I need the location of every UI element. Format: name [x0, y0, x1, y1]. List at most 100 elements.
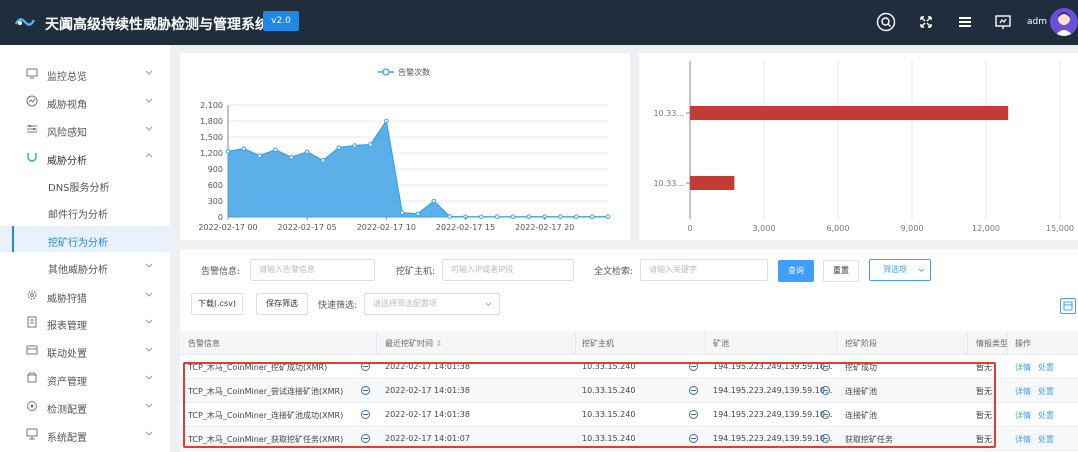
quick-filter-label: 快速筛选: — [318, 301, 358, 311]
filter-add-icon[interactable] — [821, 386, 830, 395]
table-row[interactable]: TCP_木马_CoinMiner_尝试连接矿池(XMR) 2022-02-17 … — [180, 379, 1078, 403]
y-tick-label: 1,800 — [200, 117, 223, 126]
detail-link[interactable]: 详情 — [1015, 386, 1031, 397]
table-row[interactable]: TCP_木马_CoinMiner_连接矿池成功(XMR) 2022-02-17 … — [180, 403, 1078, 427]
host-input[interactable]: 可输入IP或者IP段 — [442, 259, 574, 281]
intel-cell: 暂无 — [976, 387, 992, 396]
data-point — [399, 210, 405, 216]
data-point — [320, 158, 326, 163]
time-cell: 2022-02-17 14:01:38 — [385, 410, 470, 419]
sidebar-item-label: 风险感知 — [47, 128, 87, 139]
x-tick-label: 2022-02-17 15 — [436, 223, 495, 232]
menu-icon[interactable] — [955, 12, 975, 32]
chevron-down-icon — [918, 268, 925, 272]
intel-cell: 暂无 — [976, 363, 992, 372]
top-hosts-chart: 0 3,000 6,000 9,000 12,000 15,000 10.33... 10.3… — [653, 61, 1074, 233]
table-row[interactable]: TCP_木马_CoinMiner_获取挖矿任务(XMR) 2022-02-17 … — [180, 427, 1078, 451]
data-point — [558, 214, 563, 220]
legend[interactable]: 告警次数 — [378, 67, 430, 77]
filter-add-icon[interactable] — [361, 386, 370, 395]
sidebar-item-threat-view[interactable]: 威胁视角 — [0, 88, 170, 114]
sidebar-item-system-config[interactable]: 系统配置 — [0, 421, 170, 447]
alert-cell: TCP_木马_CoinMiner_连接矿池成功(XMR) — [188, 411, 344, 420]
x-tick-label: 15,000 — [1046, 224, 1074, 233]
sidebar-item-dns[interactable]: DNS服务分析 — [0, 171, 170, 197]
y-tick-label: 600 — [208, 181, 223, 190]
sidebar-item-linkage[interactable]: 联动处置 — [0, 337, 170, 363]
sidebar-item-detection-config[interactable]: 检测配置 — [0, 393, 170, 419]
data-point — [479, 214, 484, 220]
filter-add-icon[interactable] — [689, 410, 698, 419]
dispose-link[interactable]: 处置 — [1038, 434, 1054, 445]
chevron-down-icon — [145, 263, 153, 268]
sidebar-item-hunting[interactable]: 威胁狩猎 — [0, 282, 170, 308]
col-host[interactable]: 挖矿主机 — [582, 338, 614, 349]
col-alert[interactable]: 告警信息 — [188, 338, 220, 349]
sidebar-item-monitor[interactable]: 监控总览 — [0, 60, 170, 86]
avatar[interactable] — [1050, 8, 1078, 36]
reset-button[interactable]: 重置 — [823, 260, 859, 282]
filter-add-icon[interactable] — [689, 386, 698, 395]
fulltext-input[interactable]: 请输入关键字 — [640, 259, 768, 281]
table-row[interactable]: TCP_木马_CoinMiner_挖矿成功(XMR) 2022-02-17 14… — [180, 355, 1078, 379]
data-point — [447, 214, 452, 219]
alert-trend-panel: 告警次数 0 300 600 900 1,200 1,500 1,800 2,100 2022-… — [180, 53, 630, 240]
detail-link[interactable]: 详情 — [1015, 434, 1031, 445]
username[interactable]: adm — [1027, 17, 1047, 27]
col-intel[interactable]: 情报类型 — [976, 338, 1008, 349]
col-stage[interactable]: 挖矿阶段 — [845, 338, 877, 349]
x-tick-label: 3,000 — [753, 224, 776, 233]
chevron-down-icon — [145, 375, 153, 380]
col-time[interactable]: 最近挖矿时间 ⇕ — [385, 338, 442, 349]
fullscreen-icon[interactable] — [916, 12, 936, 32]
save-filter-button[interactable]: 保存筛选 — [256, 293, 308, 315]
download-csv-button[interactable]: 下载(.csv) — [191, 293, 243, 315]
column-divider — [1007, 331, 1008, 355]
gear-icon — [27, 290, 37, 300]
monitor-icon — [26, 68, 38, 79]
query-button[interactable]: 查询 — [778, 260, 814, 282]
sidebar-item-mail[interactable]: 邮件行为分析 — [0, 198, 170, 224]
filter-add-icon[interactable] — [821, 434, 830, 443]
detail-link[interactable]: 详情 — [1015, 410, 1031, 421]
sidebar-item-threat-analysis[interactable]: 威胁分析 — [0, 144, 170, 170]
filter-add-icon[interactable] — [361, 410, 370, 419]
filter-add-icon[interactable] — [361, 362, 370, 371]
sidebar-item-assets[interactable]: 资产管理 — [0, 365, 170, 391]
dispose-link[interactable]: 处置 — [1038, 362, 1054, 373]
sidebar-item-risk[interactable]: 风险感知 — [0, 116, 170, 142]
sidebar-item-label: 其他威胁分析 — [48, 265, 108, 276]
sidebar-item-reports[interactable]: 报表管理 — [0, 309, 170, 335]
sidebar-item-label: 威胁分析 — [47, 156, 87, 167]
data-point — [605, 214, 611, 220]
sidebar-item-label: DNS服务分析 — [48, 183, 110, 194]
detail-link[interactable]: 详情 — [1015, 362, 1031, 373]
sidebar-item-mining[interactable]: 挖矿行为分析 — [0, 226, 170, 252]
sidebar-item-other[interactable]: 其他威胁分析 — [0, 253, 170, 279]
y-tick-label: 900 — [208, 165, 223, 174]
filter-add-icon[interactable] — [361, 434, 370, 443]
filter-add-icon[interactable] — [689, 362, 698, 371]
sidebar-item-label: 邮件行为分析 — [48, 210, 108, 221]
alert-cell: TCP_木马_CoinMiner_挖矿成功(XMR) — [188, 363, 328, 372]
col-pool[interactable]: 矿池 — [713, 338, 729, 349]
quick-filter-select[interactable]: 请选择筛选配置项 — [364, 293, 500, 315]
dispose-link[interactable]: 处置 — [1038, 386, 1054, 397]
sidebar-item-label: 威胁视角 — [47, 100, 87, 111]
sort-icon[interactable]: ⇕ — [436, 339, 443, 348]
dispose-link[interactable]: 处置 — [1038, 410, 1054, 421]
table-settings-icon[interactable] — [1060, 298, 1076, 314]
filter-add-icon[interactable] — [821, 410, 830, 419]
link-icon — [26, 345, 38, 355]
bar — [690, 106, 1009, 120]
alert-input[interactable]: 请输入告警信息 — [250, 259, 375, 281]
stage-cell: 挖矿成功 — [845, 363, 877, 372]
filter-options-button[interactable]: 筛选项 — [869, 259, 931, 281]
intel-cell: 暂无 — [976, 435, 992, 444]
presentation-icon[interactable] — [993, 12, 1013, 32]
filter-add-icon[interactable] — [821, 362, 830, 371]
search-icon[interactable] — [876, 12, 896, 32]
sidebar-item-label: 资产管理 — [47, 377, 87, 388]
y-tick-label: 1,200 — [200, 149, 223, 158]
filter-add-icon[interactable] — [689, 434, 698, 443]
